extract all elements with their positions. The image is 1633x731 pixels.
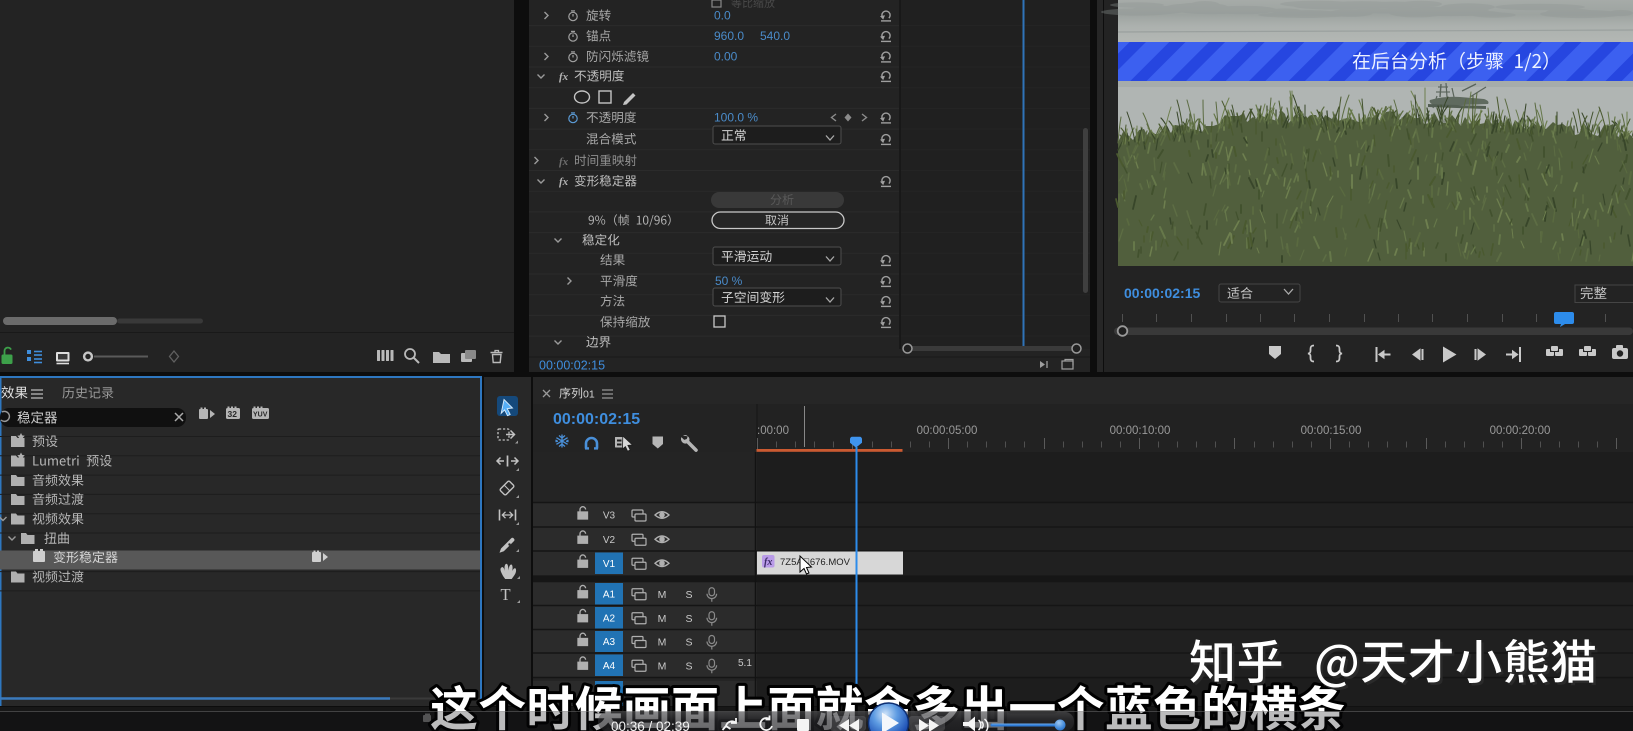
svg-text:T: T (501, 585, 511, 604)
svg-text:00:00:15:00: 00:00:15:00 (1301, 425, 1362, 437)
svg-text:540.0: 540.0 (760, 29, 790, 43)
svg-text:0.00: 0.00 (714, 50, 738, 64)
svg-text:S: S (685, 660, 692, 672)
svg-text:7Z5A⃞676.MOV: 7Z5A⃞676.MOV (780, 557, 851, 568)
svg-text:00:00:02:15: 00:00:02:15 (1124, 285, 1200, 301)
svg-text:S: S (685, 613, 692, 625)
svg-text:50 %: 50 % (715, 274, 743, 288)
svg-text:YUV: YUV (253, 412, 268, 419)
svg-text:A4: A4 (603, 661, 616, 672)
svg-text:01: 01 (583, 389, 595, 401)
svg-text:00:00:10:00: 00:00:10:00 (1110, 425, 1171, 437)
svg-text:100.0 %: 100.0 % (714, 111, 758, 125)
svg-text:A2: A2 (603, 613, 616, 624)
svg-text:fx: fx (764, 557, 772, 568)
svg-text:00:00:05:00: 00:00:05:00 (917, 425, 978, 437)
svg-text:00:00:02:15: 00:00:02:15 (553, 411, 640, 428)
svg-text:V3: V3 (603, 511, 616, 522)
svg-text:5.1: 5.1 (738, 658, 752, 669)
svg-text:960.0: 960.0 (714, 29, 744, 43)
svg-text:M: M (658, 660, 667, 672)
svg-text:M: M (658, 613, 667, 625)
svg-text:V2: V2 (603, 535, 616, 546)
svg-text:A3: A3 (603, 637, 616, 648)
svg-text:V1: V1 (603, 559, 616, 570)
svg-text:00:00:20:00: 00:00:20:00 (1490, 425, 1551, 437)
svg-text:00:00:02:15: 00:00:02:15 (539, 359, 605, 373)
svg-text:fx: fx (559, 176, 569, 188)
svg-text::00:00: :00:00 (757, 425, 789, 437)
svg-text:fx: fx (559, 156, 569, 168)
svg-text:M: M (658, 589, 667, 601)
svg-text:0.0: 0.0 (714, 9, 731, 23)
svg-text:M: M (658, 637, 667, 649)
svg-text:fx: fx (559, 71, 569, 83)
svg-text:00:36 / 02:39: 00:36 / 02:39 (611, 719, 690, 731)
svg-text:A1: A1 (603, 589, 616, 600)
svg-text:32: 32 (228, 409, 238, 419)
svg-text:S: S (685, 637, 692, 649)
svg-text:S: S (685, 589, 692, 601)
